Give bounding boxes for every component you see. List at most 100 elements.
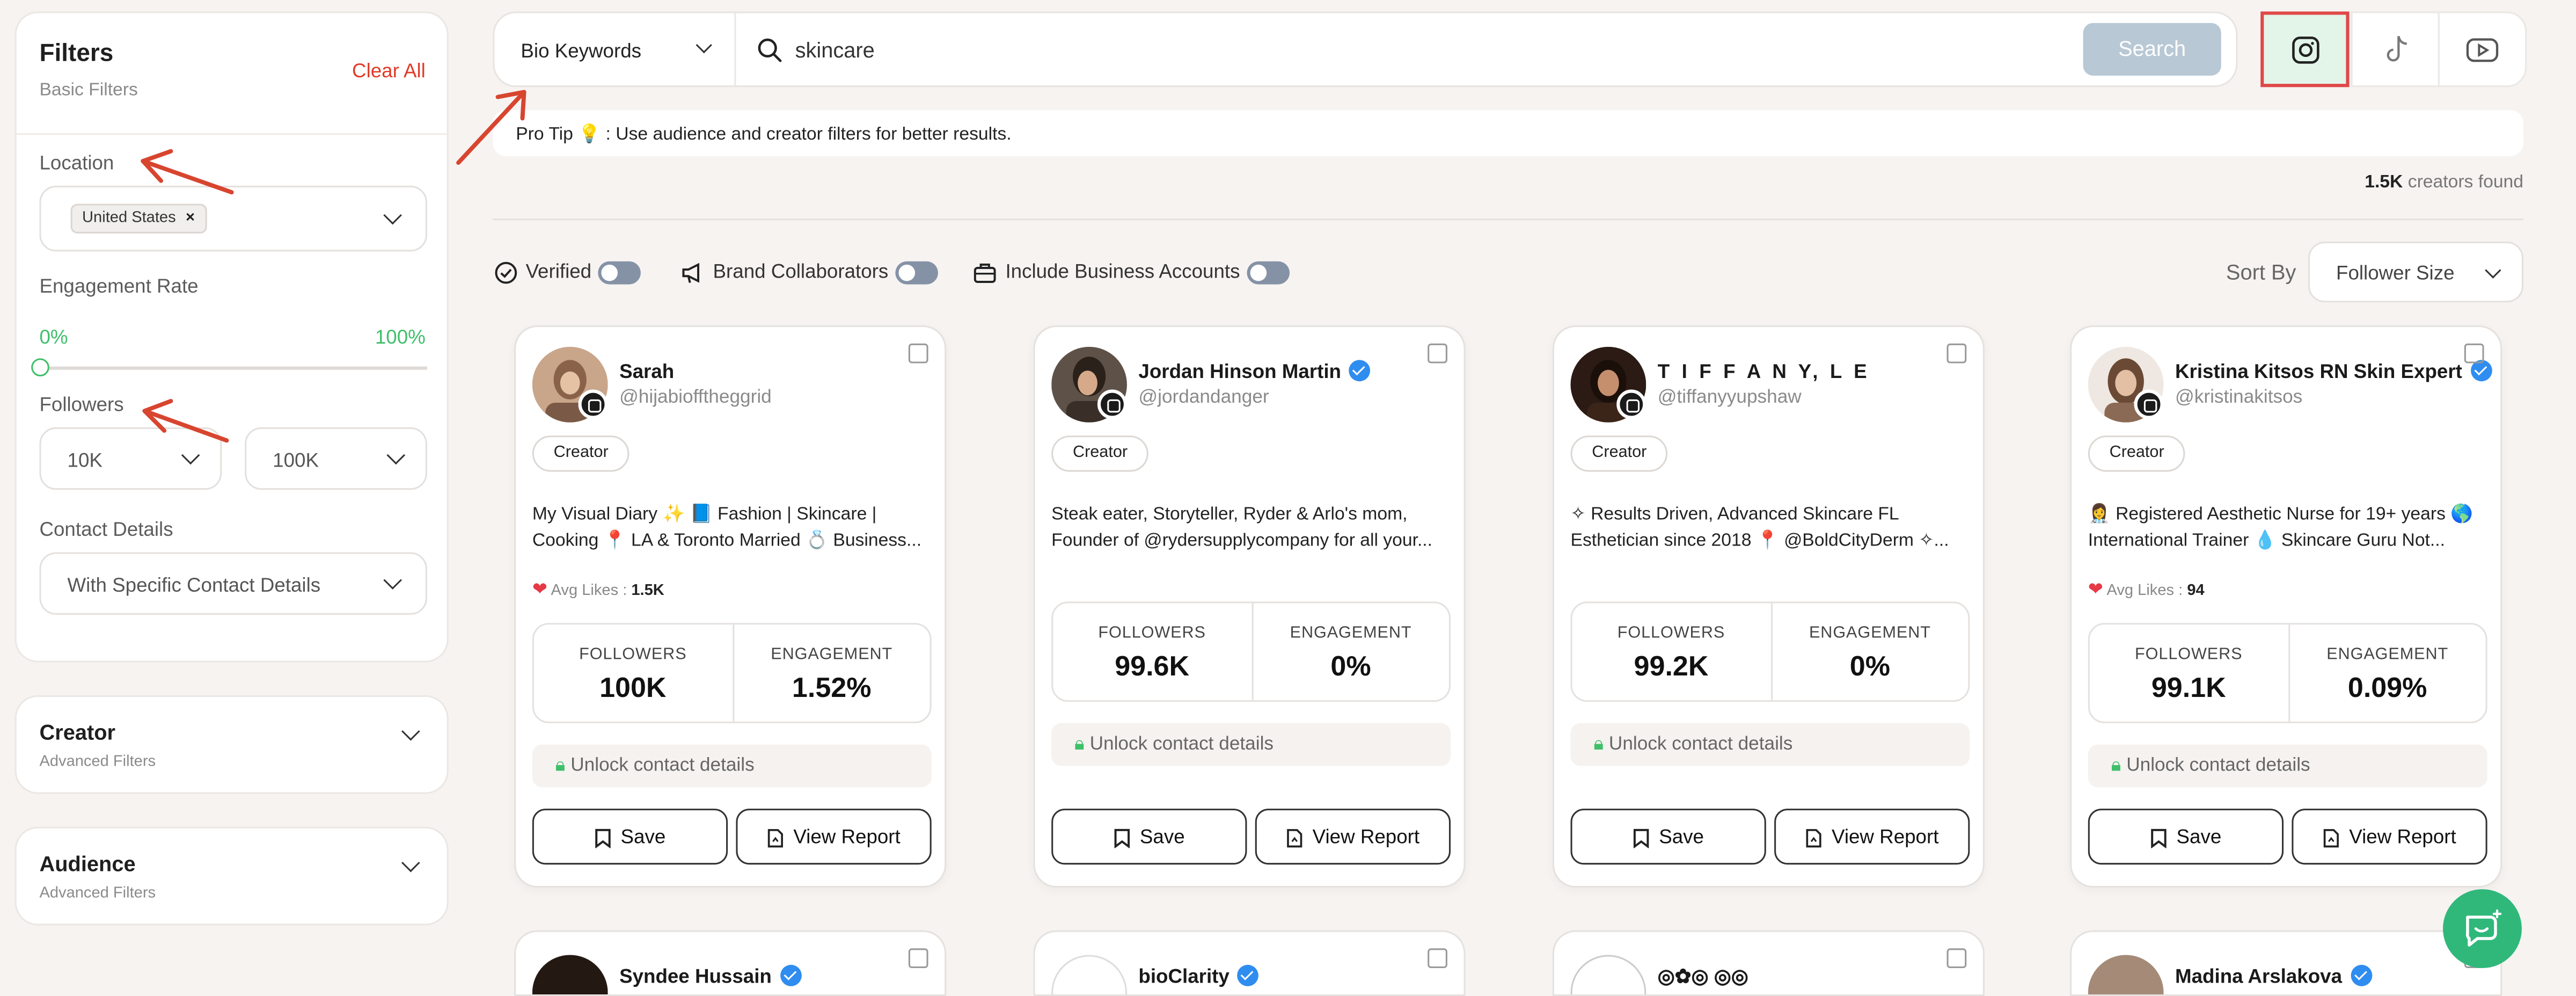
save-label: Save xyxy=(1139,825,1185,848)
platform-instagram-button[interactable] xyxy=(2260,11,2350,88)
avatar[interactable] xyxy=(1051,955,1127,995)
select-checkbox[interactable] xyxy=(1428,343,1447,363)
save-button[interactable]: Save xyxy=(1051,809,1247,865)
verified-switch[interactable] xyxy=(598,261,641,285)
unlock-contact-button[interactable]: 🔒︎ Unlock contact details xyxy=(1570,723,1970,766)
view-report-button[interactable]: View Report xyxy=(1255,809,1451,865)
creator-name[interactable]: Jordan Hinson Martin xyxy=(1138,360,1371,383)
stat-value: 99.2K xyxy=(1634,651,1709,682)
sort-by-select[interactable]: Follower Size xyxy=(2308,241,2524,303)
avg-likes: ❤ Avg Likes : 94 xyxy=(2088,579,2205,600)
creator-card[interactable]: Sarah @hijabiofftheggrid Creator My Visu… xyxy=(514,325,947,888)
creator-name[interactable]: T I F F A N Y, L E xyxy=(1658,360,1870,383)
business-accounts-switch[interactable] xyxy=(1246,261,1290,285)
unlock-contact-button[interactable]: 🔒︎ Unlock contact details xyxy=(1051,723,1451,766)
chat-icon xyxy=(2465,909,2502,947)
stat-label: ENGAGEMENT xyxy=(1809,624,1931,643)
creator-card[interactable]: bioClarity xyxy=(1033,930,1466,996)
save-button[interactable]: Save xyxy=(2088,809,2284,865)
followers-min-select[interactable]: 10K xyxy=(39,427,222,490)
engagement-stat: ENGAGEMENT 0% xyxy=(1251,603,1449,701)
bio-line: ✧ Results Driven, Advanced Skincare FL xyxy=(1570,504,1899,525)
avg-likes-label: Avg Likes : xyxy=(2106,581,2187,600)
select-checkbox[interactable] xyxy=(1946,948,1967,969)
avatar[interactable] xyxy=(2088,955,2164,995)
creator-name-text: Kristina Kitsos RN Skin Expert xyxy=(2175,360,2462,383)
audience-filters-title: Audience xyxy=(39,851,136,876)
search-input[interactable]: skincare xyxy=(795,38,875,62)
role-badge: Creator xyxy=(2088,435,2186,472)
chip-remove-icon[interactable]: × xyxy=(186,209,195,227)
instagram-icon xyxy=(2134,389,2164,419)
creator-name[interactable]: Kristina Kitsos RN Skin Expert xyxy=(2175,360,2492,383)
stat-label: FOLLOWERS xyxy=(1098,624,1206,643)
avg-likes-value: 1.5K xyxy=(631,581,664,600)
creator-card[interactable]: Jordan Hinson Martin @jordandanger Creat… xyxy=(1033,325,1466,888)
followers-stat: FOLLOWERS 99.6K xyxy=(1053,603,1251,700)
clear-all-button[interactable]: Clear All xyxy=(352,59,426,82)
platform-tiktok-button[interactable] xyxy=(2351,11,2440,88)
view-report-label: View Report xyxy=(1831,825,1939,848)
save-button[interactable]: Save xyxy=(532,809,728,865)
stat-value: 99.1K xyxy=(2151,672,2226,704)
verified-label: Verified xyxy=(525,259,592,283)
creator-card[interactable]: Syndee Hussain xyxy=(514,930,947,996)
creator-name[interactable]: Madina Arslakova xyxy=(2175,964,2372,988)
role-badge: Creator xyxy=(1570,435,1668,472)
brand-collaborators-switch[interactable] xyxy=(895,261,938,285)
audience-filters-accordion[interactable]: Audience Advanced Filters xyxy=(14,826,449,926)
followers-min-value: 10K xyxy=(67,448,103,472)
creator-name[interactable]: bioClarity xyxy=(1138,964,1259,988)
creator-name[interactable]: Syndee Hussain xyxy=(619,964,801,988)
avg-likes-label: Avg Likes : xyxy=(551,581,632,600)
view-report-button[interactable]: View Report xyxy=(1774,809,1970,865)
location-chip-label: United States xyxy=(82,208,176,227)
avatar[interactable] xyxy=(532,955,608,995)
contact-details-select[interactable]: With Specific Contact Details xyxy=(39,552,427,615)
creator-card[interactable]: Madina Arslakova xyxy=(2070,930,2502,996)
youtube-icon xyxy=(2466,38,2499,62)
business-accounts-toggle[interactable]: Include Business Accounts xyxy=(972,260,1290,285)
search-type-select[interactable]: Bio Keywords xyxy=(521,39,641,62)
support-chat-button[interactable] xyxy=(2443,889,2522,969)
creator-filters-accordion[interactable]: Creator Advanced Filters xyxy=(14,695,449,794)
verified-badge-icon xyxy=(1238,964,1259,986)
view-report-button[interactable]: View Report xyxy=(736,809,932,865)
search-bar: Bio Keywords skincare Search xyxy=(493,11,2238,88)
sort-by-value: Follower Size xyxy=(2336,261,2455,285)
save-button[interactable]: Save xyxy=(1570,809,1766,865)
chevron-down-icon xyxy=(383,571,402,590)
creator-card[interactable]: ◎✿◎ ◎◎ xyxy=(1552,930,1985,996)
engagement-stat: ENGAGEMENT 0.09% xyxy=(2287,624,2486,722)
creator-name[interactable]: Sarah xyxy=(619,360,674,383)
stat-value: 0.09% xyxy=(2347,672,2427,704)
followers-max-select[interactable]: 100K xyxy=(245,427,427,490)
save-label: Save xyxy=(2176,825,2222,848)
creator-bio: Steak eater, Storyteller, Ryder & Arlo's… xyxy=(1051,501,1452,554)
view-report-button[interactable]: View Report xyxy=(2292,809,2487,865)
verified-toggle[interactable]: Verified xyxy=(494,259,641,285)
avatar[interactable] xyxy=(1570,955,1646,995)
location-select[interactable]: United States × xyxy=(39,185,427,252)
bookmark-icon xyxy=(1114,828,1130,848)
creator-name[interactable]: ◎✿◎ ◎◎ xyxy=(1658,965,1748,988)
creator-card[interactable]: T I F F A N Y, L E @tiffanyyupshaw Creat… xyxy=(1552,325,1985,888)
select-checkbox[interactable] xyxy=(908,948,928,969)
engagement-slider-handle[interactable] xyxy=(31,358,49,377)
select-checkbox[interactable] xyxy=(2464,343,2484,363)
engagement-slider-track[interactable] xyxy=(39,366,427,370)
platform-youtube-button[interactable] xyxy=(2438,11,2527,88)
creator-card[interactable]: Kristina Kitsos RN Skin Expert @kristina… xyxy=(2070,325,2502,888)
unlock-contact-button[interactable]: 🔒︎ Unlock contact details xyxy=(532,744,932,788)
select-checkbox[interactable] xyxy=(1428,948,1447,969)
select-checkbox[interactable] xyxy=(1946,343,1967,363)
search-button[interactable]: Search xyxy=(2083,23,2221,76)
pro-tip-banner: Pro Tip 💡 : Use audience and creator fil… xyxy=(493,110,2524,156)
briefcase-icon xyxy=(974,263,996,283)
tiktok-icon xyxy=(2387,35,2407,62)
unlock-contact-button[interactable]: 🔒︎ Unlock contact details xyxy=(2088,744,2487,788)
stats-box: FOLLOWERS 100K ENGAGEMENT 1.52% xyxy=(532,623,932,723)
creator-handle: @kristinakitsos xyxy=(2175,388,2303,408)
brand-collaborators-toggle[interactable]: Brand Collaborators xyxy=(680,260,938,285)
select-checkbox[interactable] xyxy=(908,343,928,363)
